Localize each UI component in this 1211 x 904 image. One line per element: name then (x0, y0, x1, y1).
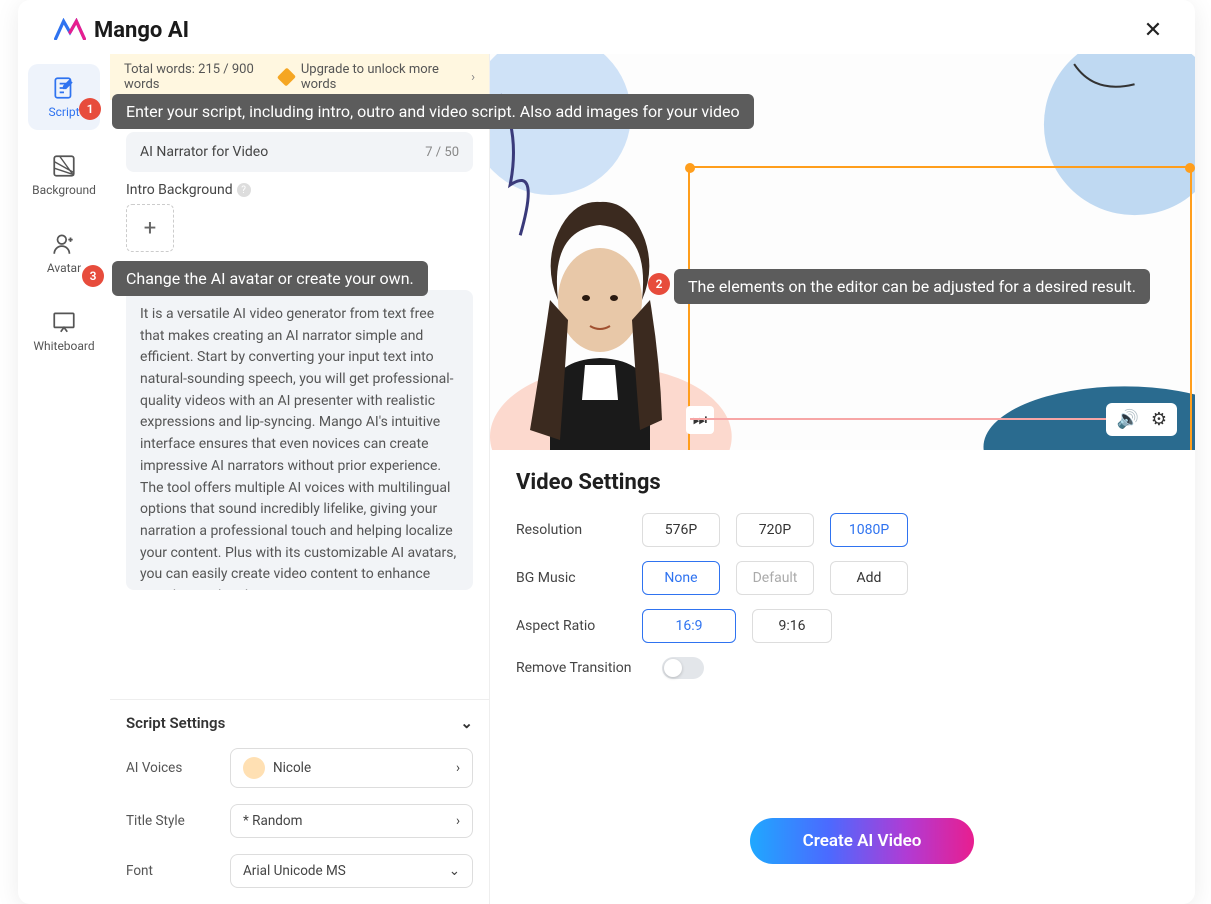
voice-avatar-icon (243, 757, 265, 779)
avatar-icon (51, 231, 77, 257)
aspect-row: Aspect Ratio 16:9 9:16 (516, 609, 1169, 643)
script-settings: Script Settings ⌄ AI Voices Nicole › Tit… (110, 699, 489, 896)
music-row: BG Music None Default Add (516, 561, 1169, 595)
transition-row: Remove Transition (516, 657, 1169, 679)
script-settings-toggle[interactable]: Script Settings ⌄ (110, 700, 489, 740)
callout-1: Enter your script, including intro, outr… (112, 94, 754, 129)
upgrade-link[interactable]: Upgrade to unlock more words › (280, 62, 475, 92)
header: Mango AI ✕ (18, 0, 1195, 54)
whiteboard-icon (51, 309, 77, 335)
intro-bg-label: Intro Background? (126, 182, 473, 198)
callout-2: The elements on the editor can be adjust… (674, 269, 1150, 304)
preview-controls: 🔊 ⚙ (1106, 403, 1177, 436)
video-settings: Video Settings Resolution 576P 720P 1080… (490, 450, 1195, 713)
background-icon (51, 153, 77, 179)
app-name: Mango AI (94, 18, 189, 43)
font-label: Font (126, 863, 218, 879)
sidebar-item-label: Background (32, 183, 96, 197)
bg-music-label: BG Music (516, 570, 626, 586)
video-settings-title: Video Settings (516, 470, 1169, 495)
timeline[interactable] (690, 418, 1155, 420)
upgrade-text: Upgrade to unlock more words (301, 62, 463, 92)
resolution-row: Resolution 576P 720P 1080P (516, 513, 1169, 547)
remove-transition-label: Remove Transition (516, 660, 646, 676)
callout-2-badge: 2 (648, 273, 670, 295)
music-default[interactable]: Default (736, 561, 814, 595)
intro-value: AI Narrator for Video (140, 144, 268, 160)
title-style-select[interactable]: * Random › (230, 804, 473, 838)
app-logo: Mango AI (54, 18, 189, 43)
callout-1-badge: 1 (79, 98, 101, 120)
chevron-right-icon: › (471, 70, 475, 85)
intro-counter: 7 / 50 (425, 145, 459, 160)
close-button[interactable]: ✕ (1139, 16, 1167, 44)
video-script-textarea[interactable]: It is a versatile AI video generator fro… (126, 290, 473, 590)
aspect-label: Aspect Ratio (516, 618, 626, 634)
aspect-16-9[interactable]: 16:9 (642, 609, 736, 643)
aspect-9-16[interactable]: 9:16 (752, 609, 832, 643)
title-style-label: Title Style (126, 813, 218, 829)
help-icon[interactable]: ? (237, 183, 251, 197)
sidebar-item-background[interactable]: Background (28, 142, 100, 208)
ai-voices-select[interactable]: Nicole › (230, 748, 473, 788)
resolution-576p[interactable]: 576P (642, 513, 720, 547)
sidebar-item-label: Whiteboard (33, 339, 94, 353)
callout-3: Change the AI avatar or create your own. (112, 261, 428, 296)
resolution-1080p[interactable]: 1080P (830, 513, 908, 547)
chevron-right-icon: › (456, 760, 460, 776)
chevron-down-icon: ⌄ (449, 863, 460, 879)
intro-input[interactable]: AI Narrator for Video 7 / 50 (126, 132, 473, 172)
callout-3-badge: 3 (82, 265, 104, 287)
app-modal: Mango AI ✕ Script Background Avatar Whit… (18, 0, 1195, 904)
resolution-label: Resolution (516, 522, 626, 538)
create-ai-video-button[interactable]: Create AI Video (750, 818, 974, 864)
resolution-720p[interactable]: 720P (736, 513, 814, 547)
gear-icon[interactable]: ⚙ (1151, 409, 1167, 430)
chevron-down-icon: ⌄ (460, 714, 473, 732)
volume-icon[interactable]: 🔊 (1116, 409, 1138, 430)
logo-icon (54, 18, 86, 42)
skip-forward-button[interactable]: ⏭ (686, 406, 714, 434)
diamond-icon (277, 68, 296, 87)
script-settings-title: Script Settings (126, 714, 225, 732)
avatar-preview[interactable] (490, 170, 710, 450)
add-intro-bg-button[interactable]: + (126, 204, 174, 252)
word-count: Total words: 215 / 900 words (124, 62, 280, 92)
sidebar-item-label: Avatar (47, 261, 81, 275)
music-none[interactable]: None (642, 561, 720, 595)
sidebar-item-whiteboard[interactable]: Whiteboard (28, 298, 100, 364)
font-select[interactable]: Arial Unicode MS ⌄ (230, 854, 473, 888)
remove-transition-toggle[interactable] (662, 657, 704, 679)
script-icon (51, 75, 77, 101)
sidebar-item-script[interactable]: Script (28, 64, 100, 130)
sidebar-item-label: Script (48, 105, 79, 119)
chevron-right-icon: › (456, 813, 460, 829)
left-panel: Total words: 215 / 900 words Upgrade to … (110, 54, 490, 904)
music-add[interactable]: Add (830, 561, 908, 595)
right-panel: ⏭ 🔊 ⚙ Video Settings Resolution 576P 720… (490, 54, 1195, 904)
ai-voices-label: AI Voices (126, 760, 218, 776)
sidebar: Script Background Avatar Whiteboard (18, 54, 110, 904)
